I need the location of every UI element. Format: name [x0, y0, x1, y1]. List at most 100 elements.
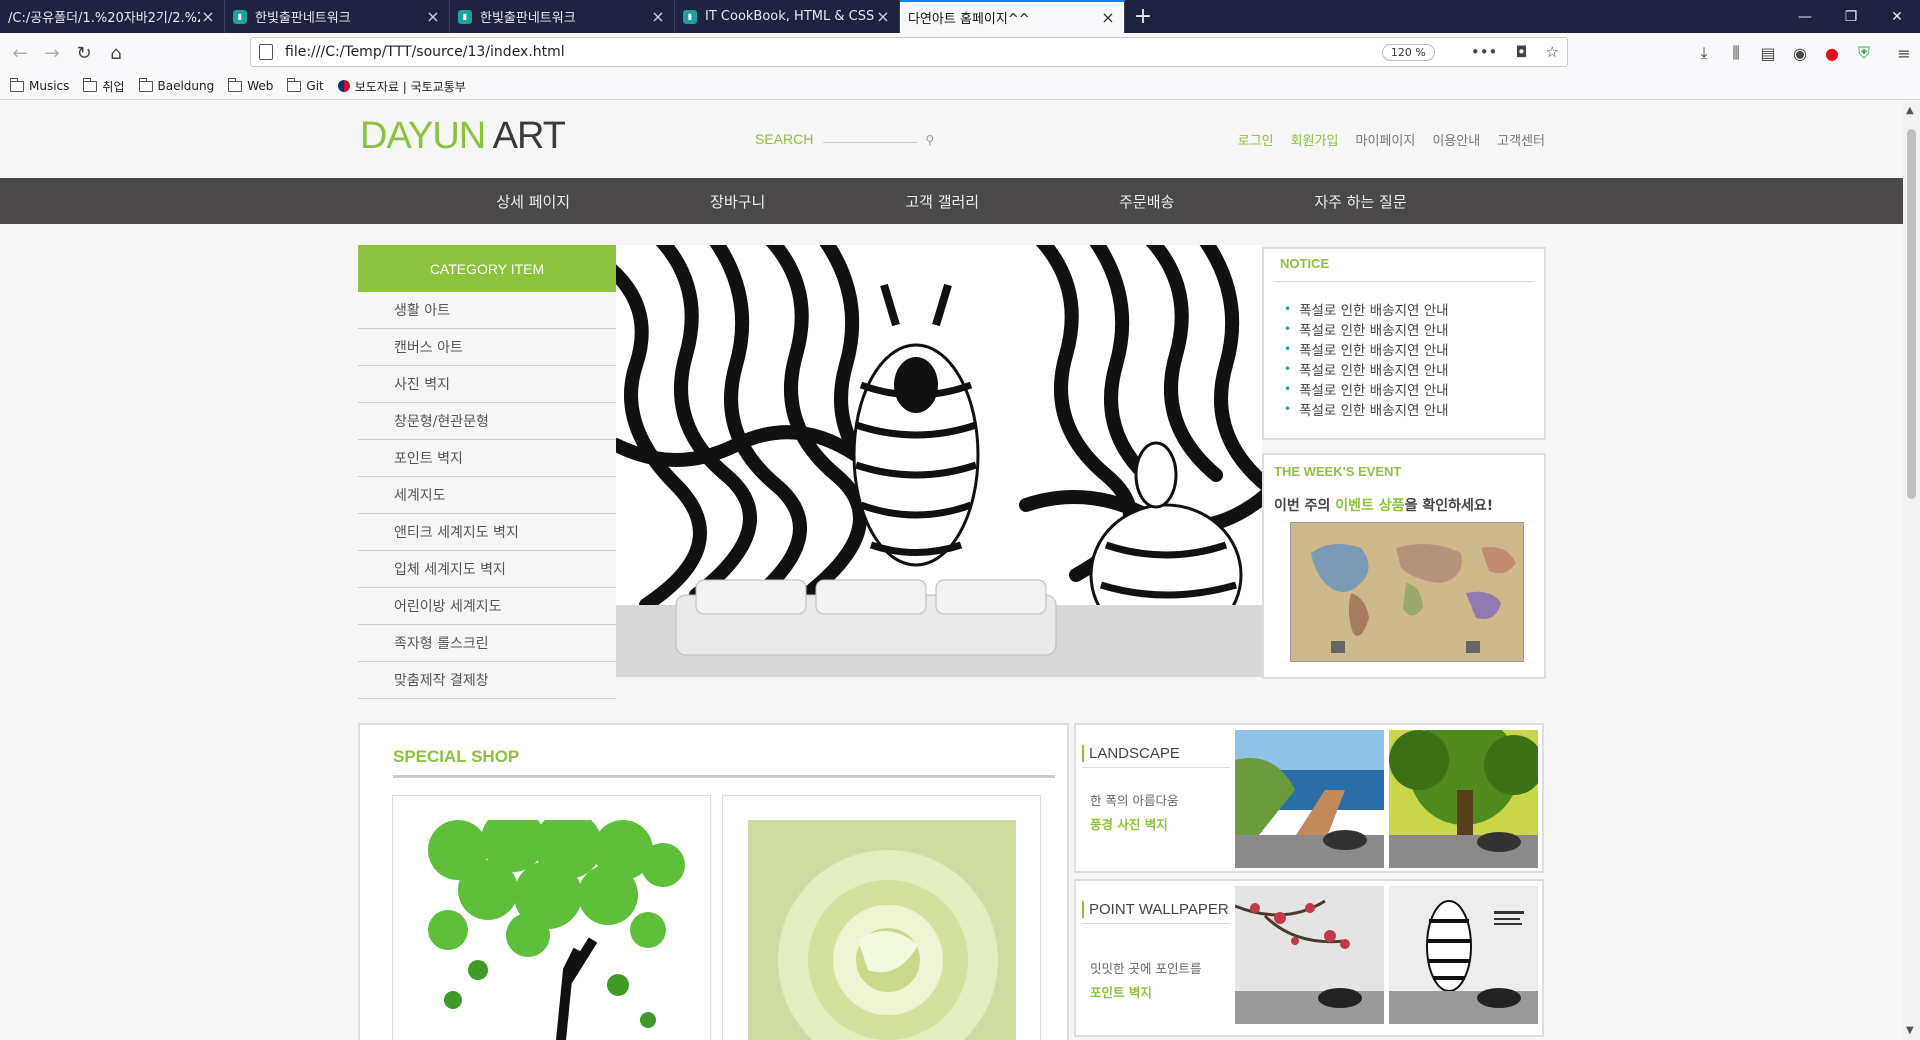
category-item[interactable]: 사진 벽지: [358, 366, 616, 403]
mypage-link[interactable]: 마이페이지: [1356, 130, 1416, 149]
scroll-down-icon[interactable]: ▼: [1906, 1025, 1914, 1036]
account-icon[interactable]: ◉: [1784, 44, 1816, 63]
bookmark-item[interactable]: 취업: [83, 77, 125, 95]
close-icon[interactable]: ×: [650, 7, 666, 26]
category-item[interactable]: 앤티크 세계지도 벽지: [358, 514, 616, 551]
notice-item[interactable]: 폭설로 인한 배송지연 안내: [1284, 299, 1449, 319]
home-icon[interactable]: ⌂: [100, 37, 132, 69]
nav-item-faq[interactable]: 자주 하는 질문: [1244, 191, 1476, 212]
tab-title: /C:/공유폴더/1.%20자바2기/2.%2: [8, 11, 200, 26]
zoom-badge[interactable]: 120 %: [1381, 43, 1435, 61]
bookmark-label: Musics: [29, 79, 70, 93]
nav-item-order[interactable]: 주문배송: [1049, 191, 1244, 212]
sidebar-icon[interactable]: ▤: [1752, 44, 1784, 63]
hanbit-favicon-icon: ▮: [683, 9, 697, 24]
bookmark-item[interactable]: Musics: [10, 77, 70, 93]
point-wallpaper-desc: 밋밋한 곳에 포인트를 포인트 벽지: [1090, 957, 1201, 1005]
close-icon[interactable]: ×: [1100, 8, 1116, 27]
browser-tab[interactable]: ▮ 한빛출판네트워크 ×: [225, 0, 450, 33]
bookmark-star-icon[interactable]: ☆: [1546, 43, 1559, 61]
nav-item-cart[interactable]: 장바구니: [640, 191, 835, 212]
library-icon[interactable]: ⫼: [1720, 43, 1752, 63]
seaside-path-image[interactable]: [1235, 730, 1384, 868]
category-item[interactable]: 어린이방 세계지도: [358, 588, 616, 625]
close-icon[interactable]: ×: [875, 7, 891, 26]
nav-item-detail[interactable]: 상세 페이지: [426, 191, 640, 212]
landscape-feature[interactable]: LANDSCAPE 한 폭의 아름다움 풍경 사진 벽지: [1074, 723, 1544, 873]
login-link[interactable]: 로그인: [1238, 130, 1274, 149]
new-tab-icon[interactable]: +: [1125, 0, 1161, 33]
nav-item-gallery[interactable]: 고객 갤러리: [835, 191, 1049, 212]
category-item[interactable]: 족자형 롤스크린: [358, 625, 616, 662]
site-logo[interactable]: DAYUN ART: [360, 115, 566, 158]
bookmark-item[interactable]: Web: [228, 77, 273, 93]
search-icon[interactable]: ⚲: [925, 133, 934, 147]
browser-toolbar: ← → ↻ ⌂ file:///C:/Temp/TTT/source/13/in…: [0, 33, 1920, 73]
browser-tab[interactable]: ▮ IT CookBook, HTML & CSS for ×: [675, 0, 900, 33]
category-item[interactable]: 포인트 벽지: [358, 440, 616, 477]
category-item[interactable]: 세계지도: [358, 477, 616, 514]
divider: [1082, 767, 1230, 768]
customer-center-link[interactable]: 고객센터: [1497, 130, 1545, 149]
url-actions: ••• ◘ ☆: [1457, 43, 1559, 61]
window-close-icon[interactable]: ✕: [1874, 0, 1920, 33]
scrollbar-thumb[interactable]: [1907, 129, 1916, 499]
category-item[interactable]: 창문형/현관문형: [358, 403, 616, 440]
zebra-point-image[interactable]: [1389, 886, 1538, 1024]
notice-item[interactable]: 폭설로 인한 배송지연 안내: [1284, 319, 1449, 339]
bookmark-item[interactable]: 보도자료 | 국토교통부: [337, 78, 466, 95]
menu-icon[interactable]: ≡: [1888, 44, 1920, 63]
close-icon[interactable]: ×: [200, 7, 216, 26]
shop-card[interactable]: [392, 795, 711, 1040]
downloads-icon[interactable]: ⤓: [1688, 43, 1720, 63]
back-icon[interactable]: ←: [4, 37, 36, 69]
bookmark-item[interactable]: Git: [287, 77, 324, 93]
category-title: CATEGORY ITEM: [358, 245, 616, 292]
shield-extension-icon[interactable]: ⛨: [1848, 43, 1880, 63]
folder-icon: [83, 77, 98, 92]
more-actions-icon[interactable]: •••: [1471, 43, 1498, 61]
scroll-up-icon[interactable]: ▲: [1906, 105, 1914, 116]
bookmarks-bar: Musics 취업 Baeldung Web Git 보도자료 | 국토교통부: [0, 73, 1920, 100]
world-map-image[interactable]: [1290, 522, 1524, 662]
zebra-wallpaper-illustration: [616, 245, 1262, 677]
bookmark-item[interactable]: Baeldung: [138, 77, 214, 93]
guide-link[interactable]: 이용안내: [1432, 130, 1480, 149]
restore-icon[interactable]: ❐: [1828, 0, 1874, 33]
green-tree-illustration: [1389, 730, 1538, 868]
tagline-part: 을 확인하세요!: [1404, 498, 1494, 514]
url-text[interactable]: file:///C:/Temp/TTT/source/13/index.html: [285, 44, 1382, 60]
landscape-desc-line: 한 폭의 아름다움: [1090, 793, 1179, 808]
reload-icon[interactable]: ↻: [68, 37, 100, 69]
browser-tab[interactable]: ▮ 한빛출판네트워크 ×: [450, 0, 675, 33]
point-wallpaper-feature[interactable]: POINT WALLPAPER 밋밋한 곳에 포인트를 포인트 벽지: [1074, 879, 1544, 1037]
opera-extension-icon[interactable]: ●: [1816, 44, 1848, 63]
rose-illustration: [748, 820, 1016, 1040]
browser-tab-bar: /C:/공유폴더/1.%20자바2기/2.%2 × ▮ 한빛출판네트워크 × ▮…: [0, 0, 1920, 33]
notice-item[interactable]: 폭설로 인한 배송지연 안내: [1284, 339, 1449, 359]
minimize-icon[interactable]: —: [1782, 0, 1828, 33]
search-input[interactable]: [823, 142, 918, 143]
shop-card[interactable]: [722, 795, 1041, 1040]
forward-icon[interactable]: →: [36, 37, 68, 69]
notice-item[interactable]: 폭설로 인한 배송지연 안내: [1284, 399, 1449, 419]
notice-item[interactable]: 폭설로 인한 배송지연 안내: [1284, 359, 1449, 379]
bookmark-label: 보도자료 | 국토교통부: [354, 79, 466, 94]
browser-tab[interactable]: /C:/공유폴더/1.%20자바2기/2.%2 ×: [0, 0, 225, 33]
page-icon: [259, 44, 273, 60]
close-icon[interactable]: ×: [425, 7, 441, 26]
green-tree-image[interactable]: [1389, 730, 1538, 868]
hanbit-favicon-icon: ▮: [458, 9, 472, 24]
notice-item[interactable]: 폭설로 인한 배송지연 안내: [1284, 379, 1449, 399]
blossom-wallpaper-image[interactable]: [1235, 886, 1384, 1024]
signup-link[interactable]: 회원가입: [1291, 130, 1339, 149]
pocket-icon[interactable]: ◘: [1516, 43, 1528, 61]
category-item[interactable]: 캔버스 아트: [358, 329, 616, 366]
category-item[interactable]: 입체 세계지도 벽지: [358, 551, 616, 588]
category-item[interactable]: 맞춤제작 결제창: [358, 662, 616, 699]
browser-tab-active[interactable]: 다연아트 홈페이지^^ ×: [900, 0, 1125, 33]
page-scrollbar[interactable]: ▲ ▼: [1903, 101, 1920, 1040]
url-bar[interactable]: file:///C:/Temp/TTT/source/13/index.html…: [250, 37, 1568, 67]
hero-zebra-image[interactable]: [616, 245, 1262, 677]
category-item[interactable]: 생활 아트: [358, 292, 616, 329]
